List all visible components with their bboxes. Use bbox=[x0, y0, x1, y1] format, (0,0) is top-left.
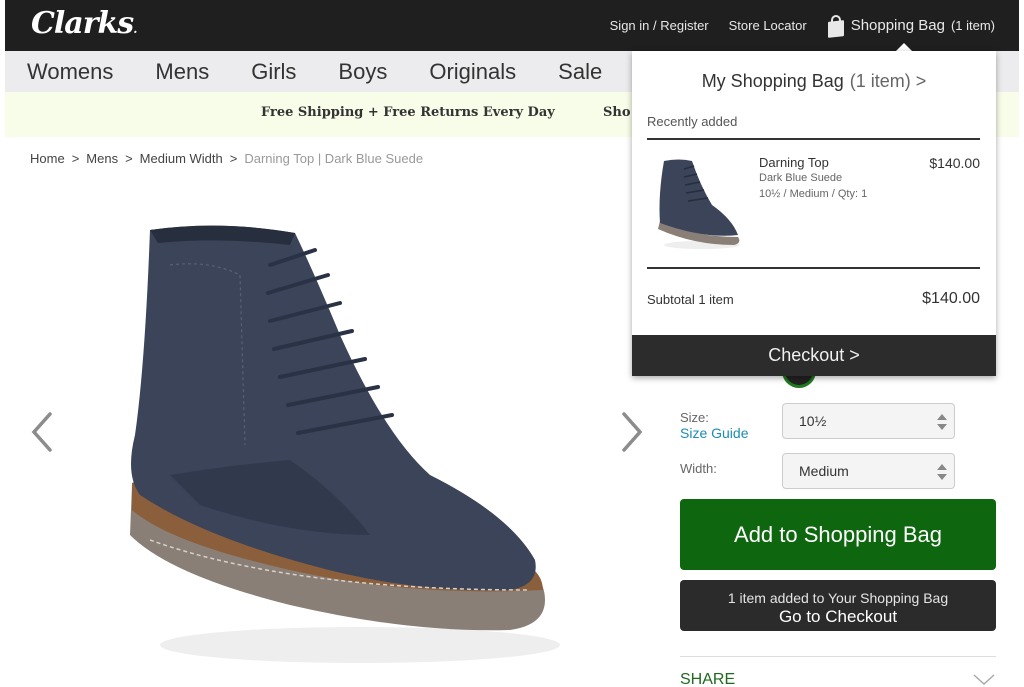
minibag-count: (1 item) > bbox=[849, 71, 927, 91]
nav-item-girls[interactable]: Girls bbox=[251, 59, 296, 85]
add-to-bag-label: Add to Shopping Bag bbox=[734, 521, 942, 547]
size-select-value: 10½ bbox=[799, 413, 827, 429]
next-image-arrow-icon[interactable] bbox=[616, 407, 646, 457]
width-select[interactable]: Medium bbox=[782, 453, 955, 489]
select-updown-icon bbox=[937, 414, 947, 430]
nav-item-sale[interactable]: Sale bbox=[558, 59, 602, 85]
sign-in-link[interactable]: Sign in / Register bbox=[610, 18, 709, 33]
size-select[interactable]: 10½ bbox=[782, 403, 955, 439]
nav-item-boys[interactable]: Boys bbox=[338, 59, 387, 85]
promo-secondary[interactable]: Sho bbox=[603, 105, 631, 120]
shopping-bag-label: Shopping Bag bbox=[850, 17, 945, 34]
top-bar: Clarks. Sign in / Register Store Locator… bbox=[5, 0, 1019, 51]
recently-added-label: Recently added bbox=[647, 114, 738, 129]
breadcrumb-current: Darning Top | Dark Blue Suede bbox=[244, 151, 424, 166]
minibag-item-color: Dark Blue Suede bbox=[759, 172, 843, 184]
store-locator-link[interactable]: Store Locator bbox=[729, 18, 807, 33]
subtotal-label: Subtotal 1 item bbox=[647, 292, 734, 307]
shopping-bag-count: (1 item) bbox=[950, 18, 995, 33]
minibag-item-price: $140.00 bbox=[929, 155, 980, 171]
go-to-checkout-button[interactable]: 1 item added to Your Shopping Bag Go to … bbox=[680, 580, 996, 631]
select-updown-icon bbox=[937, 464, 947, 480]
previous-image-arrow-icon[interactable] bbox=[28, 407, 58, 457]
breadcrumb-medium-width[interactable]: Medium Width bbox=[140, 151, 223, 166]
clarks-logo[interactable]: Clarks. bbox=[31, 6, 137, 41]
divider bbox=[680, 656, 996, 657]
mini-shopping-bag-dropdown: My Shopping Bag (1 item) > Recently added… bbox=[632, 51, 996, 376]
go-to-checkout-label: Go to Checkout bbox=[778, 607, 898, 626]
subtotal-value: $140.00 bbox=[922, 290, 980, 307]
add-to-bag-button[interactable]: Add to Shopping Bag bbox=[680, 499, 996, 570]
minibag-checkout-button[interactable]: Checkout > bbox=[632, 335, 996, 376]
breadcrumb-separator: > bbox=[229, 151, 238, 166]
width-label: Width: bbox=[680, 461, 717, 476]
breadcrumb-separator: > bbox=[71, 151, 80, 166]
shopping-bag-icon bbox=[827, 14, 845, 38]
breadcrumb: Home > Mens > Medium Width > Darning Top… bbox=[30, 151, 423, 166]
divider bbox=[647, 267, 980, 269]
divider bbox=[647, 138, 980, 140]
minibag-item-name[interactable]: Darning Top bbox=[759, 155, 829, 170]
breadcrumb-home[interactable]: Home bbox=[30, 151, 65, 166]
minibag-checkout-label: Checkout > bbox=[768, 345, 860, 365]
minibag-item-details: 10½ / Medium / Qty: 1 bbox=[759, 188, 868, 200]
product-image bbox=[130, 225, 560, 663]
nav-item-mens[interactable]: Mens bbox=[155, 59, 209, 85]
logo-text: Clarks bbox=[31, 6, 134, 41]
size-guide-link[interactable]: Size Guide bbox=[680, 425, 748, 441]
minibag-title-link[interactable]: My Shopping Bag (1 item) > bbox=[632, 71, 996, 92]
item-added-message: 1 item added to Your Shopping Bag bbox=[727, 590, 949, 606]
breadcrumb-mens[interactable]: Mens bbox=[86, 151, 118, 166]
shopping-bag-link[interactable]: Shopping Bag (1 item) bbox=[827, 14, 995, 38]
width-select-value: Medium bbox=[799, 463, 849, 479]
minibag-item-thumbnail[interactable] bbox=[654, 155, 742, 251]
chevron-down-icon[interactable] bbox=[973, 674, 995, 686]
size-label: Size: bbox=[680, 410, 709, 425]
utility-links: Sign in / Register Store Locator Shoppin… bbox=[610, 0, 995, 51]
share-toggle[interactable]: SHARE bbox=[680, 671, 735, 687]
breadcrumb-separator: > bbox=[125, 151, 133, 166]
minibag-title: My Shopping Bag bbox=[701, 71, 844, 91]
nav-item-originals[interactable]: Originals bbox=[429, 59, 516, 85]
promo-free-shipping[interactable]: Free Shipping + Free Returns Every Day bbox=[261, 105, 555, 120]
nav-item-womens[interactable]: Womens bbox=[27, 59, 113, 85]
